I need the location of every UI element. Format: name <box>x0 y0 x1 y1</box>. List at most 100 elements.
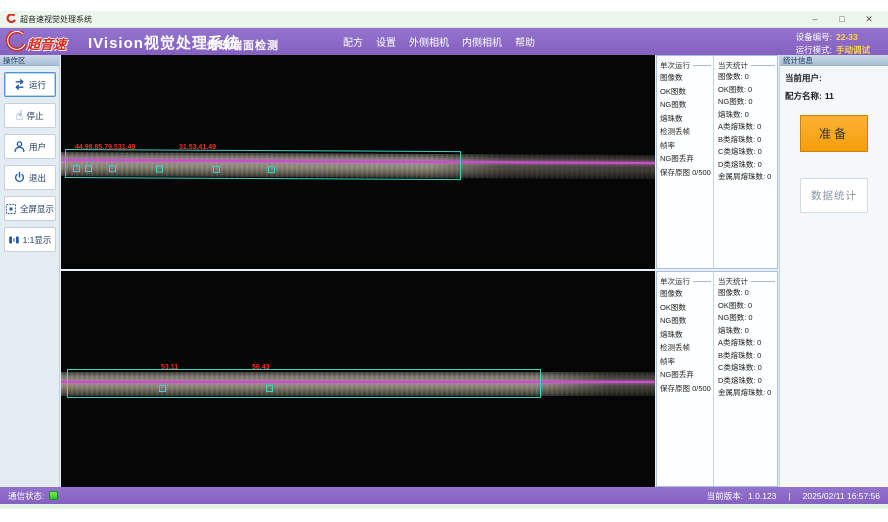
stat-row: OK图数: 0 <box>718 84 777 97</box>
stop-button[interactable]: ☝ 停止 <box>4 103 56 128</box>
ready-button[interactable]: 准备 <box>800 115 868 152</box>
feature-box <box>85 165 92 172</box>
single-run-column: 单次运行 图像数 OK图数 NG图数 熔珠数 检测丢帧 帧率 NG图丢弃 保存原… <box>657 56 714 268</box>
version-label: 当前版本: <box>707 491 743 501</box>
one-to-one-button[interactable]: 1:1显示 <box>4 227 56 252</box>
measurement-annotation: 31.53,41.49 <box>179 144 216 151</box>
recipe-name-value: 11 <box>825 91 834 101</box>
exit-button[interactable]: 退出 <box>4 165 56 190</box>
weld-strip-image <box>61 152 655 179</box>
datetime: 2025/02/11 16:57:56 <box>803 491 880 501</box>
user-button[interactable]: 用户 <box>4 134 56 159</box>
menu-item-settings[interactable]: 设置 <box>376 34 396 49</box>
stat-row: 金属屑熔珠数: 0 <box>718 171 777 184</box>
stat-row: 图像数 <box>660 71 713 85</box>
stat-row: 熔珠数: 0 <box>718 109 777 122</box>
menu-item-outer-camera[interactable]: 外侧相机 <box>409 34 449 49</box>
feature-box <box>109 165 116 172</box>
comm-status-label: 通信状态: <box>8 490 44 502</box>
measurement-annotation: 44.98,85.79,531.49 <box>75 144 135 151</box>
device-info: 设备编号:22-33 运行模式:手动调试 <box>796 30 882 56</box>
app-logo-icon <box>6 14 16 24</box>
stat-row: OK图数: 0 <box>718 300 777 313</box>
stat-row: 熔珠数: 0 <box>718 325 777 338</box>
stats-panel-bottom: 单次运行 图像数 OK图数 NG图数 熔珠数 检测丢帧 帧率 NG图丢弃 保存原… <box>656 271 778 487</box>
stat-row: 检测丢帧 <box>660 341 713 355</box>
run-button[interactable]: 运行 <box>4 72 56 97</box>
user-button-label: 用户 <box>29 141 46 153</box>
stat-row: A类熔珠数: 0 <box>718 121 777 134</box>
statistics-info-panel: 统计信息 当前用户: 配方名称:11 准备 数据统计 <box>779 55 888 487</box>
outer-camera-view: 44.98,85.79,531.49 31.53,41.49 <box>61 55 655 269</box>
screen: 超音速视觉处理系统 – □ ✕ 超音速 IVision视觉处理系统 熔珠端面检测… <box>0 0 888 522</box>
stat-row: 熔珠数 <box>660 112 713 126</box>
stat-row: B类熔珠数: 0 <box>718 350 777 363</box>
window-title: 超音速视觉处理系统 <box>20 14 92 25</box>
feature-box <box>268 166 275 173</box>
stat-row: NG图数 <box>660 98 713 112</box>
stat-row: D类熔珠数: 0 <box>718 159 777 172</box>
menu-item-help[interactable]: 帮助 <box>515 34 535 49</box>
statistics-info-title: 统计信息 <box>780 55 888 66</box>
user-icon <box>13 140 26 153</box>
feature-box <box>73 165 80 172</box>
menu-bar: 配方 设置 外侧相机 内侧相机 帮助 <box>343 28 535 55</box>
feature-box <box>266 385 273 392</box>
stat-row: C类熔珠数: 0 <box>718 146 777 159</box>
stats-panel-top: 单次运行 图像数 OK图数 NG图数 熔珠数 检测丢帧 帧率 NG图丢弃 保存原… <box>656 55 778 269</box>
stat-row: 保存原图 0/500 <box>660 166 713 180</box>
weld-strip-image <box>61 372 655 396</box>
stat-row: 帧率 <box>660 355 713 369</box>
detection-roi-box <box>67 369 541 398</box>
menu-item-inner-camera[interactable]: 内侧相机 <box>462 34 502 49</box>
one-to-one-icon <box>8 234 20 246</box>
single-run-title: 单次运行 <box>660 275 713 287</box>
today-stats-title: 当天统计 <box>718 59 777 71</box>
stat-row: A类熔珠数: 0 <box>718 337 777 350</box>
feature-box <box>159 385 166 392</box>
inner-camera-view: 53.11 56.43 <box>61 271 655 487</box>
device-number-value: 22-33 <box>836 31 882 43</box>
operation-sidebar: 操作区 运行 ☝ 停止 用户 <box>0 55 60 487</box>
menu-item-recipe[interactable]: 配方 <box>343 34 363 49</box>
today-stats-column: 当天统计 图像数: 0 OK图数: 0 NG图数: 0 熔珠数: 0 A类熔珠数… <box>714 56 777 268</box>
feature-box <box>213 166 220 173</box>
stat-row: 图像数: 0 <box>718 71 777 84</box>
close-button[interactable]: ✕ <box>864 14 874 25</box>
status-bar: 通信状态: 当前版本: 1.0.123 | 2025/02/11 16:57:56 <box>0 487 888 504</box>
stat-row: 保存原图 0/500 <box>660 382 713 396</box>
single-run-column: 单次运行 图像数 OK图数 NG图数 熔珠数 检测丢帧 帧率 NG图丢弃 保存原… <box>657 272 714 486</box>
one-to-one-button-label: 1:1显示 <box>23 234 52 246</box>
window-bottom-edge <box>0 504 888 509</box>
stat-row: D类熔珠数: 0 <box>718 375 777 388</box>
power-icon <box>13 171 26 184</box>
stat-row: 帧率 <box>660 139 713 153</box>
fullscreen-grid-icon <box>5 203 17 215</box>
exit-button-label: 退出 <box>29 172 46 184</box>
version-value: 1.0.123 <box>748 491 776 501</box>
today-stats-title: 当天统计 <box>718 275 777 287</box>
minimize-button[interactable]: – <box>810 14 820 25</box>
fullscreen-button[interactable]: 全屏显示 <box>4 196 56 221</box>
stat-row: NG图数 <box>660 314 713 328</box>
maximize-button[interactable]: □ <box>837 14 847 25</box>
measurement-annotation: 53.11 <box>161 364 178 371</box>
app-subtitle: 熔珠端面检测 <box>207 37 279 53</box>
stat-row: NG图数: 0 <box>718 312 777 325</box>
measurement-annotation: 56.43 <box>252 364 270 371</box>
os-titlebar: 超音速视觉处理系统 – □ ✕ <box>0 11 888 28</box>
operation-area-title: 操作区 <box>0 55 59 66</box>
stat-row: OK图数 <box>660 301 713 315</box>
data-statistics-button[interactable]: 数据统计 <box>800 178 868 213</box>
status-bar-right: 当前版本: 1.0.123 | 2025/02/11 16:57:56 <box>707 490 880 502</box>
run-button-label: 运行 <box>29 79 46 91</box>
current-user-label: 当前用户: <box>785 73 822 83</box>
today-stats-column: 当天统计 图像数: 0 OK图数: 0 NG图数: 0 熔珠数: 0 A类熔珠数… <box>714 272 777 486</box>
stop-hand-icon: ☝ <box>16 109 24 122</box>
recipe-name-label: 配方名称: <box>785 91 822 101</box>
brand-swoosh-icon <box>3 31 27 52</box>
detection-roi-box <box>65 149 461 180</box>
stat-row: 图像数 <box>660 287 713 301</box>
status-separator: | <box>788 491 790 501</box>
window-controls: – □ ✕ <box>810 14 882 25</box>
